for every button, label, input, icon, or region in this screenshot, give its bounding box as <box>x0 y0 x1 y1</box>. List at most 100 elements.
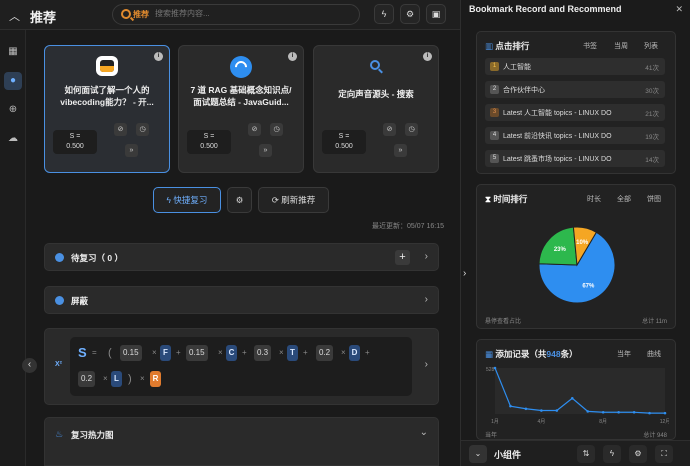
tab-curve[interactable]: 曲线 <box>647 349 661 359</box>
tab-list[interactable]: 列表 <box>644 41 658 51</box>
data-point[interactable] <box>524 407 528 411</box>
clock-icon[interactable]: ◷ <box>136 123 149 136</box>
expand-button[interactable]: ⌄ <box>469 445 487 463</box>
data-point[interactable] <box>648 411 651 415</box>
formula-icon: X² <box>55 361 62 368</box>
tab-week[interactable]: 当周 <box>614 41 628 51</box>
clock-icon[interactable]: ◷ <box>405 123 418 136</box>
right-panel: Bookmark Record and Recommend ✕ › ▥ 点击排行… <box>460 0 690 466</box>
data-point[interactable] <box>555 409 559 412</box>
collapse-icon[interactable]: ︿ <box>9 8 21 23</box>
page-title: 推荐 <box>30 10 57 25</box>
main-panel: i 如何面试了解一个人的vibecoding能力？ - 开... S = 0.50… <box>28 30 460 466</box>
card-title: 如何面试了解一个人的vibecoding能力？ - 开... <box>60 85 154 107</box>
settings-button[interactable]: ⚙ <box>629 445 647 463</box>
time-ranking-panel: ⧗ 时间排行 时长 全部 饼图 67% 23% 10% 悬停查看占比 总计 11m <box>476 184 676 329</box>
click-ranking-panel: ▥ 点击排行 书签 当周 列表 1 人工智能 41次 2 合作伙伴中心 30次 3 Lat… <box>476 31 676 174</box>
rank-row[interactable]: 4 Latest 前沿快讯 topics - LINUX DO 19次 <box>485 127 665 144</box>
fullscreen-button[interactable]: ⛶ <box>655 445 673 463</box>
add-button[interactable]: + <box>395 250 410 265</box>
settings-button[interactable]: ⚙ <box>227 187 252 213</box>
info-icon[interactable]: i <box>423 52 432 61</box>
data-point[interactable] <box>509 404 512 408</box>
tab-pie[interactable]: 饼图 <box>647 194 661 204</box>
lightning-button[interactable]: ϟ <box>603 445 621 463</box>
forward-icon[interactable]: » <box>394 144 407 157</box>
cloud-icon[interactable]: ☁ <box>4 130 22 148</box>
refresh-icon: ⟳ <box>271 195 282 205</box>
pie-label: 67% <box>582 284 595 290</box>
panel-icon: ▣ <box>431 9 441 19</box>
info-icon[interactable]: i <box>288 52 297 61</box>
search-icon <box>121 9 131 19</box>
settings-button[interactable]: ⚙ <box>400 4 420 24</box>
top-bar: ︿ 推荐 推荐 ϟ ⚙ ▣ <box>0 0 460 30</box>
chevron-right-icon[interactable]: › <box>425 359 428 370</box>
calendar-icon: ▦ <box>485 349 496 359</box>
tab-bookmark[interactable]: 书签 <box>583 41 597 51</box>
sort-button[interactable]: ⇅ <box>577 445 595 463</box>
data-point[interactable] <box>663 411 667 415</box>
lightning-button[interactable]: ϟ <box>374 4 394 24</box>
refresh-button[interactable]: ⟳ 刷新推荐 <box>258 187 329 213</box>
card-title: 7 道 RAG 基础概念知识点/面试题总结 - JavaGuid... <box>190 85 292 107</box>
data-point[interactable] <box>632 410 636 414</box>
panel-heading: ⧗ 时间排行 <box>485 194 528 204</box>
x-tick-label: 4月 <box>537 419 545 425</box>
search-tag: 推荐 <box>133 10 149 19</box>
chevron-down-icon[interactable]: ⌄ <box>420 427 428 438</box>
chevron-right-icon[interactable]: › <box>463 268 466 279</box>
add-icon[interactable]: ⊕ <box>4 101 22 119</box>
score-formula: X² S = ( 0.15 × F + 0.15 × C + 0.3 × T +… <box>44 328 439 405</box>
search-box[interactable]: 推荐 <box>112 4 360 25</box>
widget-footer: ⌄ 小组件 ⇅ ϟ ⚙ ⛶ <box>461 440 690 466</box>
tab-duration[interactable]: 时长 <box>587 194 601 204</box>
panel-heading: ▥ 点击排行 <box>485 41 530 51</box>
tab-year[interactable]: 当年 <box>617 349 631 359</box>
block-icon[interactable]: ⊘ <box>248 123 261 136</box>
forward-icon[interactable]: » <box>259 144 272 157</box>
recommend-card-3[interactable]: i 定向声音源头 - 搜索 S = 0.500 ⊘ ◷ » <box>313 45 439 173</box>
data-point[interactable] <box>586 410 590 413</box>
recommend-card-1[interactable]: i 如何面试了解一个人的vibecoding能力？ - 开... S = 0.50… <box>44 45 170 173</box>
recommend-card-2[interactable]: i 7 道 RAG 基础概念知识点/面试题总结 - JavaGuid... S … <box>178 45 304 173</box>
rank-row[interactable]: 5 Latest 跳蚤市场 topics - LINUX DO 14次 <box>485 150 665 167</box>
chevron-right-icon[interactable]: › <box>425 251 428 262</box>
added-records-panel: ▦ 添加记录（共948条） 当年 曲线 528 1月 4月 8月 12月 当年 总计 9… <box>476 339 676 440</box>
data-point[interactable] <box>570 397 574 400</box>
data-point[interactable] <box>601 410 605 414</box>
chevron-right-icon[interactable]: › <box>425 294 428 305</box>
bulb-icon[interactable]: ● <box>4 72 22 90</box>
grid-icon[interactable]: ▦ <box>4 43 22 61</box>
x-tick-label: 12月 <box>660 419 669 425</box>
blocked-section[interactable]: 屏蔽 › <box>44 286 439 314</box>
close-icon[interactable]: ✕ <box>675 4 683 15</box>
app-icon <box>96 56 118 76</box>
rank-row[interactable]: 2 合作伙伴中心 30次 <box>485 81 665 98</box>
tab-all[interactable]: 全部 <box>617 194 631 204</box>
data-point[interactable] <box>540 409 543 412</box>
formula-box: S = ( 0.15 × F + 0.15 × C + 0.3 × T + 0.… <box>70 337 412 396</box>
pending-review-section[interactable]: 待复习（ 0 ） + › <box>44 243 439 271</box>
chevron-left-icon: ‹ <box>27 359 32 370</box>
added-line-chart: 528 1月 4月 8月 12月 <box>486 366 669 425</box>
heatmap-section[interactable]: ♨ 复习热力图 ⌄ <box>44 417 439 466</box>
time-pie-chart: 67% 23% 10% <box>538 226 616 304</box>
clock-icon[interactable]: ◷ <box>270 123 283 136</box>
data-point[interactable] <box>617 410 620 414</box>
info-icon[interactable]: i <box>154 52 163 61</box>
sort-icon: ⇅ <box>582 449 590 458</box>
lightning-icon: ϟ <box>381 9 387 19</box>
forward-icon[interactable]: » <box>125 144 138 157</box>
block-icon[interactable]: ⊘ <box>114 123 127 136</box>
quick-review-button[interactable]: ϟ 快捷复习 <box>153 187 221 213</box>
rank-row[interactable]: 3 Latest 人工智能 topics - LINUX DO 21次 <box>485 104 665 121</box>
x-tick-label: 1月 <box>491 419 499 425</box>
block-icon[interactable]: ⊘ <box>383 123 396 136</box>
collapse-left-button[interactable]: ‹ <box>22 358 37 373</box>
layout-button[interactable]: ▣ <box>426 4 446 24</box>
search-input[interactable] <box>155 9 345 18</box>
panel-heading: ▦ 添加记录（共948条） <box>485 349 578 359</box>
rank-row[interactable]: 1 人工智能 41次 <box>485 58 665 75</box>
score-box: S = 0.500 <box>322 130 366 154</box>
